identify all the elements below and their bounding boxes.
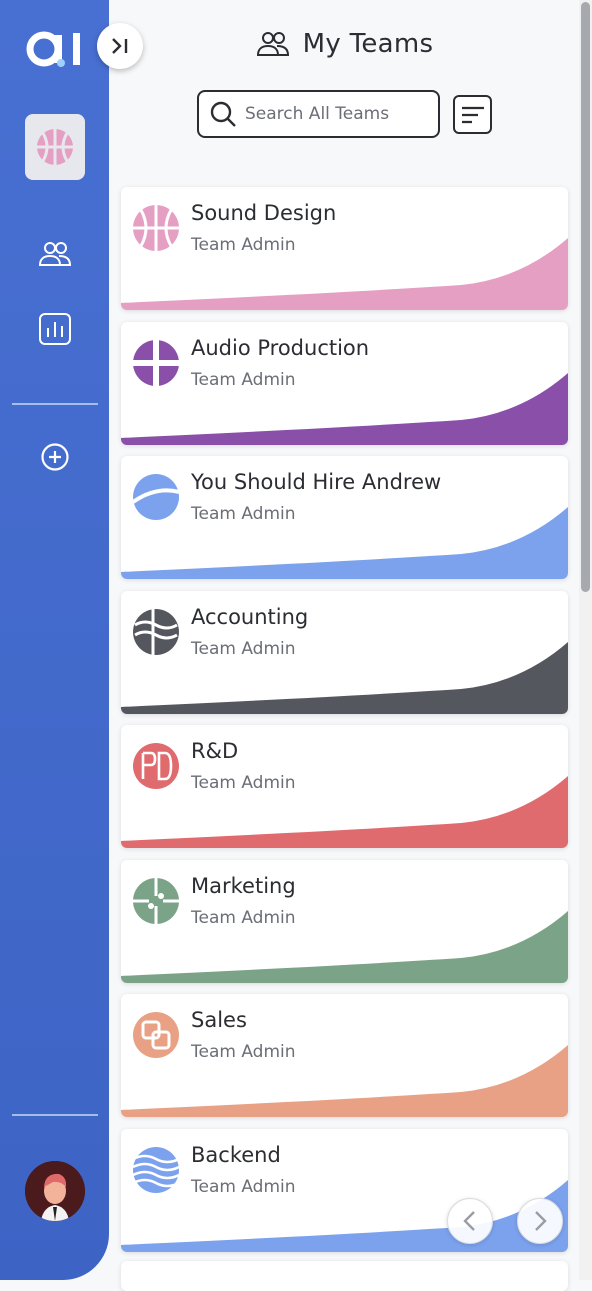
team-wave-graphic <box>121 641 568 714</box>
active-team-button[interactable] <box>25 114 85 180</box>
team-card[interactable]: Marketing Team Admin <box>121 859 568 983</box>
team-name: You Should Hire Andrew <box>191 470 442 494</box>
team-card[interactable]: Audio Production Team Admin <box>121 321 568 445</box>
filter-icon <box>461 106 484 123</box>
team-name: Backend <box>191 1142 281 1167</box>
teams-icon <box>256 32 289 56</box>
page-title: My Teams <box>302 29 434 59</box>
team-wave-graphic <box>121 372 568 445</box>
add-team-icon[interactable] <box>37 439 73 475</box>
prev-button[interactable] <box>447 1198 493 1244</box>
team-name: Sales <box>191 1008 247 1032</box>
team-name: R&D <box>191 739 239 763</box>
team-card-partial[interactable] <box>121 1261 568 1291</box>
basketball-icon <box>37 129 73 165</box>
team-card[interactable]: R&D Team Admin <box>121 725 568 848</box>
team-name: Sound Design <box>191 201 337 225</box>
team-card[interactable]: You Should Hire Andrew Team Admin <box>121 456 568 579</box>
team-wave-graphic <box>121 1045 568 1117</box>
team-card[interactable]: Sound Design Team Admin <box>121 187 568 310</box>
chevron-left-icon <box>463 1211 475 1231</box>
chevron-right-icon <box>535 1211 547 1231</box>
search-icon <box>210 101 236 127</box>
page-header: My Teams <box>109 22 579 66</box>
search-input[interactable] <box>243 103 437 125</box>
team-card[interactable]: Backend Team Admin <box>121 1128 568 1252</box>
teams-nav-icon[interactable] <box>37 236 73 272</box>
logo <box>26 31 80 67</box>
sidebar <box>0 0 109 1280</box>
team-name: Marketing <box>191 873 296 898</box>
sidebar-divider <box>12 1114 98 1116</box>
team-name: Audio Production <box>191 335 370 360</box>
sidebar-divider <box>12 403 98 405</box>
filter-button[interactable] <box>453 95 492 134</box>
next-button[interactable] <box>517 1198 563 1244</box>
team-wave-graphic <box>121 507 568 579</box>
avatar[interactable] <box>25 1161 85 1221</box>
team-wave-graphic <box>121 910 568 983</box>
scrollbar-thumb[interactable] <box>581 2 590 592</box>
team-name: Accounting <box>191 604 309 629</box>
analytics-nav-icon[interactable] <box>37 311 73 347</box>
team-wave-graphic <box>121 238 568 310</box>
team-wave-graphic <box>121 1179 568 1252</box>
team-card[interactable]: Sales Team Admin <box>121 994 568 1117</box>
team-card[interactable]: Accounting Team Admin <box>121 590 568 714</box>
search-box[interactable] <box>197 90 440 138</box>
team-wave-graphic <box>121 776 568 848</box>
